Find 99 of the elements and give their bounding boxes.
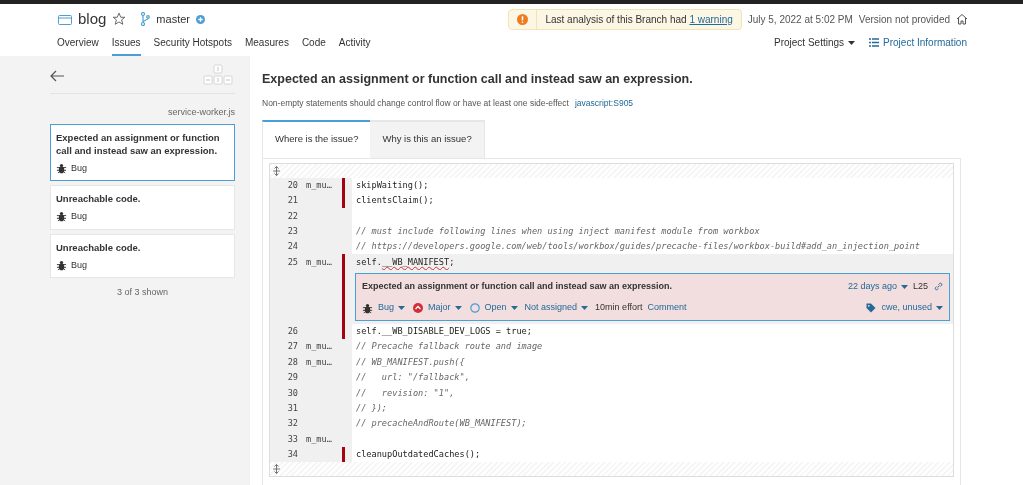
- bug-icon: [362, 302, 373, 314]
- effort-text: 10min effort: [595, 301, 643, 315]
- project-name[interactable]: blog: [78, 7, 107, 31]
- folder-icon: [58, 13, 72, 25]
- issue-card[interactable]: Unreachable code. Bug: [50, 185, 235, 230]
- add-icon[interactable]: [196, 14, 205, 24]
- line-number: 21: [287, 194, 298, 208]
- file-name: service-worker.js: [168, 106, 235, 119]
- caret-icon: [936, 306, 943, 311]
- expand-icon[interactable]: [273, 165, 280, 176]
- line-number: 30: [287, 386, 298, 400]
- severity-menu[interactable]: Major: [428, 301, 462, 315]
- code-text: self.__WB_DISABLE_DEV_LOGS = true;: [355, 325, 532, 338]
- nav-tab[interactable]: Overview: [57, 35, 99, 56]
- type-menu[interactable]: Bug: [378, 301, 405, 315]
- code-text: skipWaiting();: [355, 178, 429, 192]
- caret-icon: [454, 306, 462, 311]
- line-number: 26: [287, 325, 298, 338]
- line-number: 20: [287, 178, 298, 192]
- branch-name[interactable]: master: [156, 10, 190, 28]
- bug-icon: [56, 211, 67, 223]
- issue-description: Non-empty statements should change control flow or have at least one side-effect: [262, 96, 569, 110]
- project-information-link[interactable]: Project Information: [869, 35, 967, 56]
- rule-link[interactable]: javascript:S905: [574, 96, 634, 110]
- warning-text: Last analysis of this Branch had 1 warning: [544, 12, 734, 27]
- issue-card[interactable]: Expected an assignment or function call and instead saw an expression. Bug: [50, 123, 235, 181]
- line-number: 29: [287, 371, 298, 385]
- issue-title: Expected an assignment or function call and instead saw an expression.: [262, 71, 694, 88]
- caret-icon: [848, 40, 856, 45]
- issue-line: L25: [912, 279, 928, 293]
- code-comment: // Precache fallback route and image: [355, 340, 543, 354]
- code-comment: // precacheAndRoute(WB_MANIFEST);: [355, 417, 527, 431]
- inline-issue-message: Expected an assignment or function call and instead saw an expression.: [362, 279, 673, 293]
- issue-type: Bug: [71, 258, 87, 272]
- branch-icon: [140, 12, 151, 26]
- caret-icon: [510, 306, 518, 311]
- blame-author[interactable]: m_mu…: [306, 340, 332, 354]
- back-arrow-icon[interactable]: [50, 70, 65, 82]
- code-comment: // revision: "1",: [355, 386, 455, 400]
- issue-age-menu[interactable]: 22 days ago: [847, 279, 908, 294]
- blame-author[interactable]: m_mu…: [306, 255, 332, 269]
- code-text: cleanupOutdatedCaches();: [355, 448, 481, 462]
- analysis-date: July 5, 2022 at 5:02 PM: [747, 12, 853, 27]
- code-comment: // https://developers.google.com/web/tools/workbox/guides/precache-files/workbox-build#add_an_injection_point: [355, 240, 920, 254]
- expand-icon[interactable]: [273, 464, 280, 475]
- nav-tab[interactable]: Code: [301, 35, 326, 56]
- issue-card-title: Expected an assignment or function call and instead saw an expression.: [56, 130, 221, 157]
- tags-menu[interactable]: cwe, unused: [881, 301, 943, 315]
- code-comment: // url: "/fallback",: [355, 371, 470, 385]
- comment-link[interactable]: Comment: [647, 301, 687, 315]
- line-number: 31: [287, 402, 298, 415]
- bug-icon: [56, 259, 67, 271]
- issue-card-title: Unreachable code.: [56, 192, 142, 205]
- blame-author[interactable]: m_mu…: [306, 432, 332, 446]
- line-number: 28: [287, 355, 298, 369]
- keyboard-keys-icon: [203, 64, 233, 86]
- nav-tab[interactable]: Security Hotspots: [153, 35, 232, 56]
- list-icon: [869, 38, 880, 47]
- status-menu[interactable]: Open: [484, 301, 518, 315]
- line-number: 32: [287, 417, 298, 431]
- code-comment: // WB_MANIFEST.push({: [355, 355, 465, 369]
- issue-card[interactable]: Unreachable code. Bug: [50, 233, 235, 278]
- issue-type: Bug: [71, 210, 87, 223]
- issue-card-title: Unreachable code.: [56, 240, 142, 254]
- line-number: 25: [287, 255, 298, 269]
- version-text: Version not provided: [858, 12, 950, 27]
- issue-tab[interactable]: Where is the issue?: [262, 119, 371, 158]
- severity-major-icon: [413, 303, 423, 314]
- warning-icon: [517, 13, 529, 25]
- bug-icon: [56, 162, 67, 174]
- link-icon[interactable]: [934, 282, 943, 292]
- warning-link[interactable]: 1 warning: [689, 13, 733, 25]
- code-comment: // must include following lines when using inject manifest module from workbox: [355, 224, 760, 238]
- issue-tab[interactable]: Why is this an issue?: [370, 119, 485, 158]
- status-open-icon: [469, 303, 480, 314]
- issue-type: Bug: [71, 161, 87, 175]
- code-comment: // });: [355, 402, 388, 415]
- caret-icon: [900, 284, 908, 289]
- nav-tab[interactable]: Measures: [244, 35, 289, 56]
- tag-icon: [866, 303, 877, 314]
- line-number: 34: [287, 448, 298, 462]
- code-text: self.__WB_MANIFEST;: [355, 255, 455, 269]
- project-settings-menu[interactable]: Project Settings: [774, 35, 856, 56]
- issue-count: 3 of 3 shown: [116, 286, 168, 299]
- line-number: 22: [287, 209, 298, 223]
- caret-icon: [398, 306, 405, 311]
- home-icon[interactable]: [956, 13, 968, 25]
- code-text: clientsClaim();: [355, 194, 434, 208]
- line-number: 24: [287, 240, 298, 254]
- line-number: 27: [287, 340, 298, 354]
- line-number: 33: [287, 432, 298, 446]
- line-number: 23: [287, 224, 298, 238]
- star-icon[interactable]: [112, 12, 127, 26]
- blame-author[interactable]: m_mu…: [306, 178, 332, 192]
- blame-author[interactable]: m_mu…: [306, 355, 332, 369]
- assignee-menu[interactable]: Not assigned: [524, 301, 589, 315]
- caret-icon: [581, 306, 589, 311]
- nav-tab[interactable]: Activity: [338, 35, 371, 56]
- inline-issue-box[interactable]: Expected an assignment or function call and instead saw an expression. 22 days ago L25 Bug Major Open Not assigned 10min effort Comment cwe, unused: [355, 272, 950, 321]
